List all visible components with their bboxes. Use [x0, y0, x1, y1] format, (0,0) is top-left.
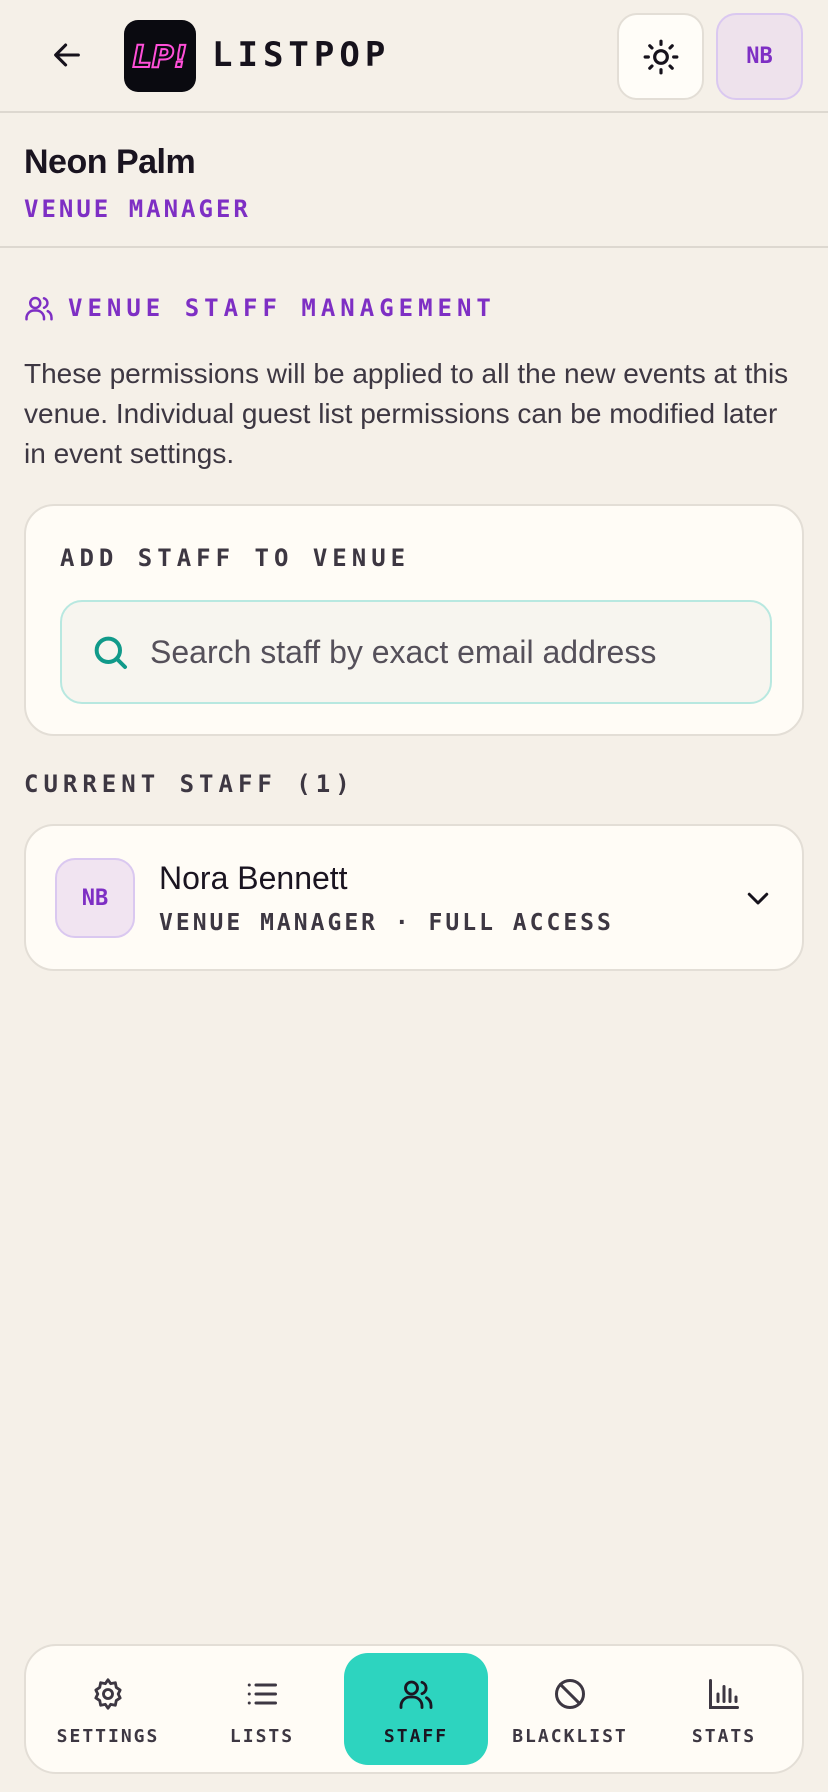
venue-name: Neon Palm [24, 143, 196, 181]
bottom-navigation: SETTINGS LISTS STAFF BLACKLIST STATS [24, 1644, 804, 1774]
staff-avatar: NB [55, 858, 135, 938]
section-description: These permissions will be applied to all… [24, 358, 789, 469]
app-header: LP! LISTPOP NB [0, 0, 828, 113]
nav-label: BLACKLIST [512, 1725, 628, 1747]
add-staff-card: ADD STAFF TO VENUE [24, 504, 804, 736]
nav-label: SETTINGS [56, 1725, 160, 1747]
arrow-left-icon [54, 43, 80, 67]
bar-chart-icon [709, 1678, 739, 1709]
staff-role: VENUE MANAGER · FULL ACCESS [159, 910, 614, 936]
staff-member-card[interactable]: NB Nora Bennett VENUE MANAGER · FULL ACC… [24, 824, 804, 971]
users-icon [399, 1680, 433, 1709]
staff-name: Nora Bennett [159, 860, 348, 896]
logo-text: LP! [133, 40, 188, 75]
search-box[interactable] [60, 600, 772, 704]
ban-icon [555, 1678, 585, 1709]
chevron-down-icon [747, 892, 769, 905]
nav-item-stats[interactable]: STATS [652, 1653, 796, 1765]
nav-label: STATS [691, 1725, 757, 1747]
list-icon [247, 1683, 277, 1704]
search-input[interactable] [150, 622, 670, 682]
section-title: VENUE STAFF MANAGEMENT [68, 294, 496, 322]
back-button[interactable] [42, 30, 92, 80]
expand-button[interactable] [740, 880, 776, 916]
sun-icon [643, 39, 678, 74]
app-logo: LP! [124, 20, 196, 92]
search-icon [94, 636, 127, 669]
gear-icon [94, 1677, 122, 1710]
current-staff-title: CURRENT STAFF (1) [24, 770, 355, 798]
venue-role: VENUE MANAGER [24, 195, 251, 223]
add-staff-title: ADD STAFF TO VENUE [60, 544, 411, 572]
theme-toggle-button[interactable] [617, 13, 704, 100]
section-heading: VENUE STAFF MANAGEMENT [24, 290, 496, 326]
nav-label: STAFF [383, 1725, 449, 1747]
nav-item-blacklist[interactable]: BLACKLIST [498, 1653, 642, 1765]
brand-name: LISTPOP [212, 35, 391, 75]
venue-header: Neon Palm VENUE MANAGER [0, 113, 828, 248]
user-avatar-button[interactable]: NB [716, 13, 803, 100]
nav-item-staff[interactable]: STAFF [344, 1653, 488, 1765]
nav-item-settings[interactable]: SETTINGS [36, 1653, 180, 1765]
nav-item-lists[interactable]: LISTS [190, 1653, 334, 1765]
users-icon [25, 296, 53, 321]
nav-label: LISTS [229, 1725, 295, 1747]
